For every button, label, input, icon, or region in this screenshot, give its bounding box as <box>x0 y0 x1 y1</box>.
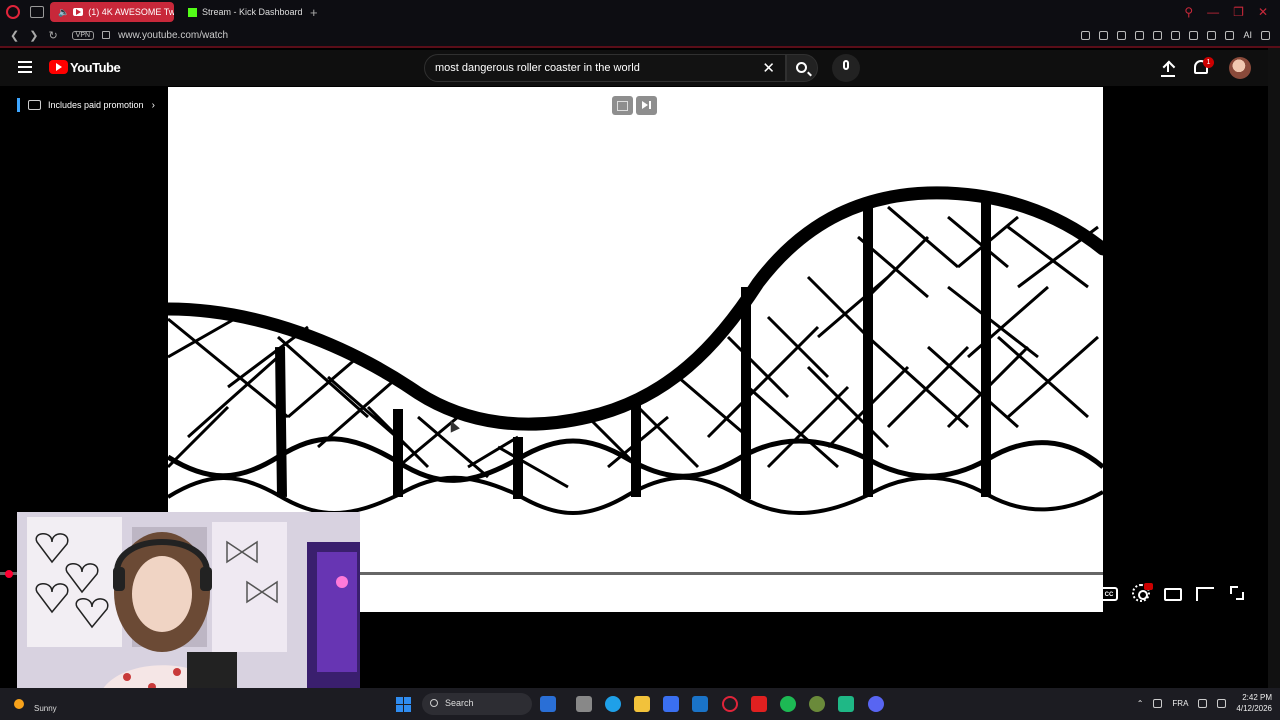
youtube-favicon-icon <box>73 8 84 16</box>
miniplayer-icon[interactable] <box>612 96 633 115</box>
lock-icon[interactable] <box>102 31 111 39</box>
promotion-icon <box>28 100 41 110</box>
youtube-header: YouTube most dangerous roller coaster in… <box>0 50 1268 86</box>
vpn-badge[interactable]: VPN <box>71 30 95 40</box>
tab-kick-dashboard[interactable]: Stream - Kick Dashboard <box>180 2 304 22</box>
search-query-text[interactable]: most dangerous roller coaster in the wor… <box>435 62 640 74</box>
play-icon[interactable] <box>1135 30 1145 40</box>
webcam-image <box>17 512 360 705</box>
spotify-app-icon[interactable] <box>780 696 796 712</box>
language-indicator[interactable]: FRA <box>1172 699 1188 708</box>
ai-button[interactable]: AI <box>1243 30 1252 40</box>
search-button[interactable] <box>786 54 818 82</box>
voice-search-button[interactable] <box>832 54 860 82</box>
tray-overflow-icon[interactable]: ⌃ <box>1137 699 1144 708</box>
discord-app-icon[interactable] <box>868 696 884 712</box>
workspaces-icon[interactable] <box>30 6 44 18</box>
profile-icon[interactable] <box>1207 30 1217 40</box>
hamburger-menu-icon[interactable] <box>18 61 32 73</box>
speaker-icon[interactable]: 🔈 <box>58 7 69 18</box>
microphone-icon <box>843 60 849 70</box>
cast-icon[interactable] <box>1196 587 1214 601</box>
paid-promotion-chip[interactable]: Includes paid promotion › <box>17 98 162 112</box>
address-bar-tools: AI <box>1081 30 1280 40</box>
browser-sidebar <box>1268 48 1280 688</box>
weather-label[interactable]: Sunny <box>34 704 57 713</box>
player-controls: CC <box>1100 583 1246 602</box>
taskbar-search-label: Search <box>445 698 474 708</box>
edge-app-icon[interactable] <box>605 696 621 712</box>
forward-icon[interactable]: ❯ <box>29 29 38 42</box>
search-icon <box>796 62 807 73</box>
windows-taskbar: Sunny Search ⌃ FRA 2:42 PM 4/12/2026 <box>0 688 1280 720</box>
restore-icon[interactable]: ❐ <box>1233 5 1244 19</box>
youtube-logo-icon[interactable] <box>49 60 68 74</box>
captions-button[interactable]: CC <box>1100 587 1118 601</box>
video-overlay-buttons <box>612 96 657 115</box>
youtube-app-icon[interactable] <box>751 696 767 712</box>
outlook-app-icon[interactable] <box>692 696 708 712</box>
clear-search-icon[interactable]: ✕ <box>762 59 775 77</box>
url-field[interactable]: www.youtube.com/watch <box>118 30 228 41</box>
notification-badge: 1 <box>1203 57 1214 68</box>
taskbar-search[interactable]: Search <box>422 693 532 715</box>
widgets-app-icon[interactable] <box>540 696 556 712</box>
volume-icon[interactable] <box>1217 698 1227 708</box>
clock-time: 2:42 PM <box>1242 693 1272 702</box>
clock-date: 4/12/2026 <box>1236 704 1272 713</box>
snapshot-icon[interactable] <box>1099 30 1109 40</box>
chevron-right-icon: › <box>151 99 155 111</box>
streaming-app-icon[interactable] <box>838 696 854 712</box>
webcam-overlay <box>17 512 360 705</box>
address-bar: ❮ ❯ ↻ VPN www.youtube.com/watch AI <box>0 24 1280 48</box>
tab-kick-label: Stream - Kick Dashboard <box>202 7 303 17</box>
system-tray: ⌃ FRA 2:42 PM 4/12/2026 <box>1137 692 1272 714</box>
tab-youtube-label: (1) 4K AWESOME Twis <box>88 7 174 17</box>
weather-sun-icon[interactable] <box>14 699 24 709</box>
microphone-tray-icon[interactable] <box>1153 698 1163 708</box>
search-input[interactable]: most dangerous roller coaster in the wor… <box>424 54 786 82</box>
bookmark-icon[interactable] <box>1081 30 1091 40</box>
browser-tab-strip: 🔈 (1) 4K AWESOME Twis Stream - Kick Dash… <box>0 0 1280 24</box>
reload-icon[interactable]: ↻ <box>48 29 57 42</box>
progress-scrubber[interactable] <box>5 570 13 578</box>
close-window-icon[interactable]: ✕ <box>1258 5 1268 19</box>
avatar[interactable] <box>1229 57 1251 79</box>
explorer-app-icon[interactable] <box>634 696 650 712</box>
search-tabs-icon[interactable]: ⚲ <box>1184 5 1193 19</box>
paid-promotion-label: Includes paid promotion <box>48 100 144 110</box>
extension-icon[interactable] <box>1171 30 1181 40</box>
store-app-icon[interactable] <box>663 696 679 712</box>
youtube-wordmark[interactable]: YouTube <box>70 60 121 75</box>
windows-start-icon[interactable] <box>396 697 411 712</box>
theater-mode-icon[interactable] <box>1164 588 1182 601</box>
minimize-icon[interactable]: — <box>1207 5 1219 19</box>
puzzle-icon[interactable] <box>1189 30 1199 40</box>
network-icon[interactable] <box>1198 698 1208 708</box>
new-tab-button[interactable]: + <box>310 5 318 20</box>
hd-badge <box>1144 583 1153 590</box>
opera-logo-icon[interactable] <box>6 5 20 19</box>
obs-app-icon[interactable] <box>809 696 825 712</box>
heart-icon[interactable] <box>1153 30 1163 40</box>
opera-app-icon[interactable] <box>722 696 738 712</box>
menu-icon[interactable] <box>1261 30 1270 40</box>
upload-icon-base <box>1161 75 1175 77</box>
file-manager-app-icon[interactable] <box>576 696 592 712</box>
back-icon[interactable]: ❮ <box>10 29 19 42</box>
settings-gear-icon[interactable] <box>1132 583 1153 602</box>
tab-youtube[interactable]: 🔈 (1) 4K AWESOME Twis <box>50 2 174 22</box>
download-icon[interactable] <box>1225 30 1235 40</box>
shield-icon[interactable] <box>1117 30 1127 40</box>
window-controls: ⚲ — ❐ ✕ <box>1184 5 1280 19</box>
kick-favicon-icon <box>188 7 197 17</box>
fullscreen-icon[interactable] <box>1228 584 1246 602</box>
next-video-icon[interactable] <box>636 96 657 115</box>
clock[interactable]: 2:42 PM 4/12/2026 <box>1236 692 1272 714</box>
taskbar-search-icon <box>430 699 438 707</box>
